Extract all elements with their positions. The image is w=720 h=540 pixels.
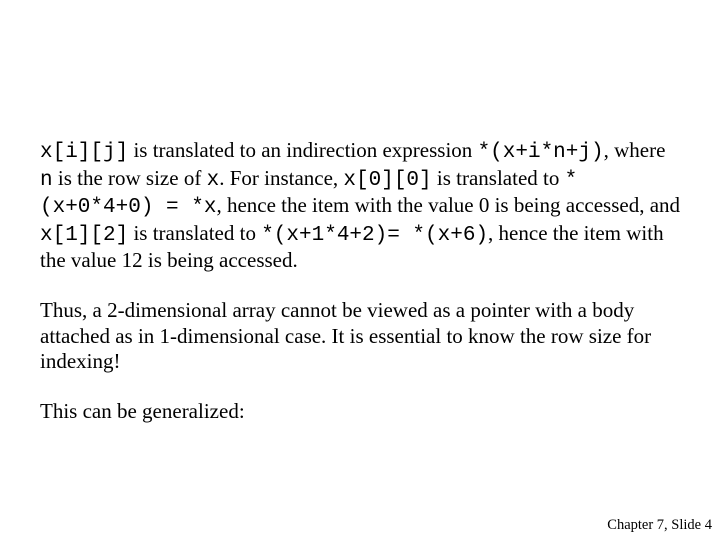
paragraph-3: This can be generalized: [40, 399, 682, 425]
text: is translated to [432, 166, 565, 190]
code-x00: x[0][0] [343, 169, 431, 192]
code-x6: *(x+1*4+2)= *(x+6) [261, 224, 488, 247]
code-indirection: *(x+i*n+j) [478, 141, 604, 164]
text: . For instance, [219, 166, 343, 190]
paragraph-2: Thus, a 2-dimensional array cannot be vi… [40, 298, 682, 375]
code-x12: x[1][2] [40, 224, 128, 247]
slide: x[i][j] is translated to an indirection … [0, 0, 720, 540]
code-x-i-j: x[i][j] [40, 141, 128, 164]
footer-slide-number: Chapter 7, Slide 4 [607, 517, 712, 534]
body-text: x[i][j] is translated to an indirection … [40, 138, 682, 448]
text: , where [604, 138, 666, 162]
code-x: x [207, 169, 220, 192]
text: is translated to [128, 221, 261, 245]
text: , hence the item with the value 0 is bei… [216, 193, 680, 217]
code-n: n [40, 169, 53, 192]
paragraph-1: x[i][j] is translated to an indirection … [40, 138, 682, 274]
text: is the row size of [53, 166, 207, 190]
text: is translated to an indirection expressi… [128, 138, 477, 162]
